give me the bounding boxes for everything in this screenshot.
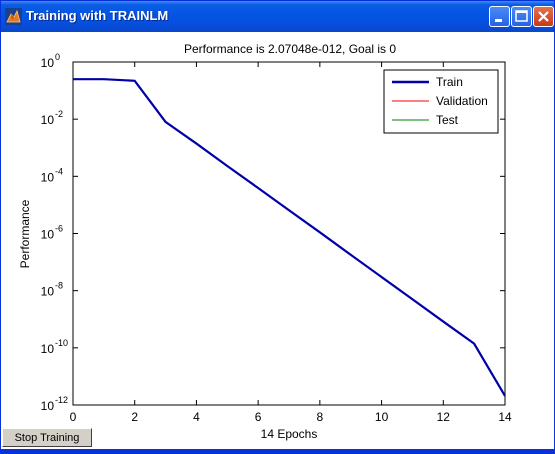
y-tick-label: 10 -2 bbox=[41, 109, 63, 127]
x-axis-label: 14 Epochs bbox=[261, 427, 318, 441]
window-bottom-border bbox=[1, 449, 554, 453]
x-tick-label: 0 bbox=[70, 410, 77, 424]
svg-text:10: 10 bbox=[41, 399, 55, 413]
window-title: Training with TRAINLM bbox=[26, 8, 169, 23]
svg-text:10: 10 bbox=[41, 342, 55, 356]
x-tick-label: 10 bbox=[375, 410, 389, 424]
svg-text:10: 10 bbox=[41, 113, 55, 127]
x-tick-label: 4 bbox=[193, 410, 200, 424]
svg-text:-12: -12 bbox=[55, 395, 68, 405]
svg-text:10: 10 bbox=[41, 285, 55, 299]
y-tick-label: 10 -12 bbox=[41, 395, 68, 413]
x-tick-label: 6 bbox=[255, 410, 262, 424]
svg-text:-6: -6 bbox=[55, 224, 63, 234]
title-bar[interactable]: Training with TRAINLM bbox=[1, 1, 554, 32]
close-icon bbox=[538, 11, 549, 22]
legend-label-train: Train bbox=[436, 75, 463, 89]
svg-text:10: 10 bbox=[41, 56, 55, 70]
svg-text:10: 10 bbox=[41, 170, 55, 184]
svg-text:-10: -10 bbox=[55, 338, 68, 348]
close-button[interactable] bbox=[533, 6, 554, 27]
svg-text:-8: -8 bbox=[55, 281, 63, 291]
x-tick-label: 12 bbox=[437, 410, 451, 424]
y-axis-label: Performance bbox=[18, 199, 32, 268]
svg-text:10: 10 bbox=[41, 228, 55, 242]
maximize-button[interactable] bbox=[511, 6, 532, 27]
legend-label-test: Test bbox=[436, 113, 459, 127]
matlab-icon bbox=[5, 8, 22, 25]
svg-text:0: 0 bbox=[55, 52, 60, 62]
legend-label-validation: Validation bbox=[436, 94, 488, 108]
y-tick-label: 10 0 bbox=[41, 52, 60, 70]
x-tick-label: 14 bbox=[498, 410, 512, 424]
stop-training-button[interactable]: Stop Training bbox=[2, 428, 92, 447]
minimize-button[interactable] bbox=[489, 6, 510, 27]
y-tick-label: 10 -6 bbox=[41, 224, 63, 242]
maximize-icon bbox=[515, 10, 528, 22]
x-tick-label: 2 bbox=[131, 410, 138, 424]
chart-title: Performance is 2.07048e-012, Goal is 0 bbox=[184, 42, 396, 56]
y-tick-label: 10 -4 bbox=[41, 166, 63, 184]
svg-text:-2: -2 bbox=[55, 109, 63, 119]
performance-chart: Performance is 2.07048e-012, Goal is 0 0… bbox=[18, 42, 512, 441]
svg-text:-4: -4 bbox=[55, 166, 63, 176]
figure-area: Performance is 2.07048e-012, Goal is 0 0… bbox=[1, 32, 554, 449]
y-tick-label: 10 -8 bbox=[41, 281, 63, 299]
training-window: Training with TRAINLM Performance is 2.0… bbox=[0, 0, 555, 454]
minimize-icon bbox=[495, 19, 502, 22]
legend: Train Validation Test bbox=[383, 69, 499, 134]
y-tick-label: 10 -10 bbox=[41, 338, 68, 356]
x-tick-label: 8 bbox=[317, 410, 324, 424]
